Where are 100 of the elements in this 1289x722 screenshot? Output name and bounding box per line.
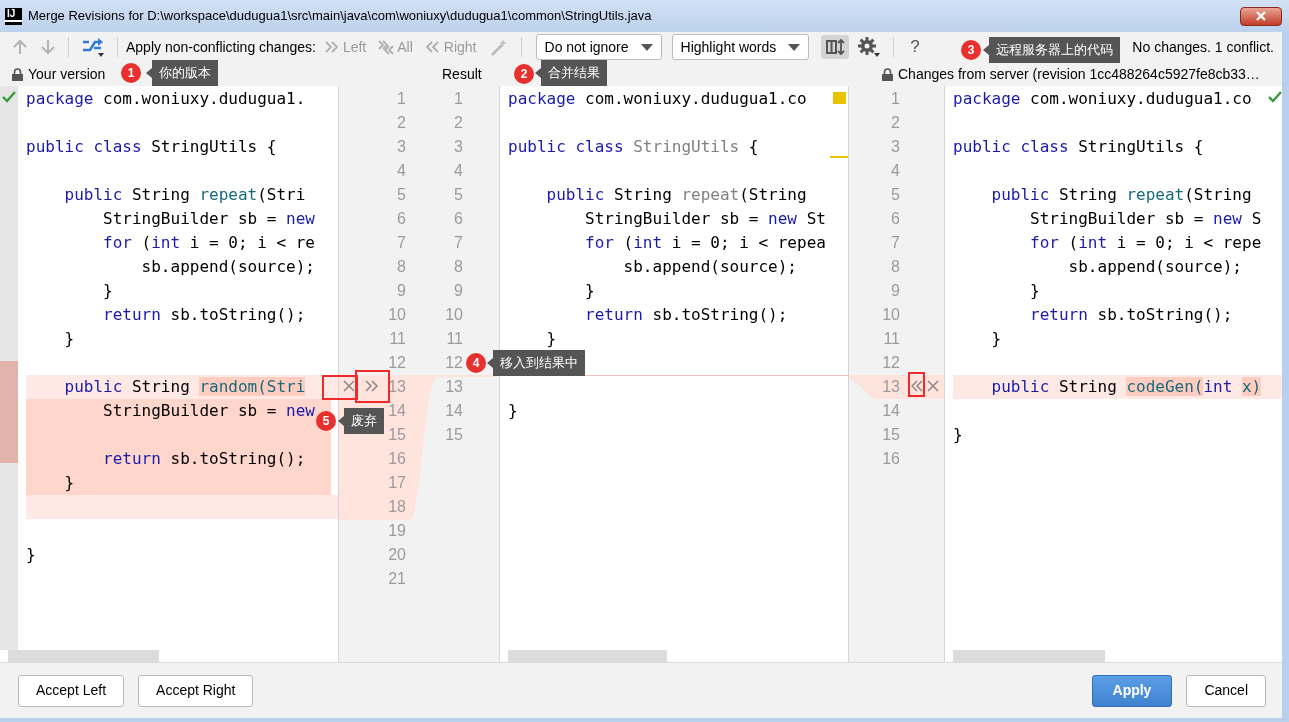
code-line: }: [26, 544, 36, 566]
annotation-tooltip: 合并结果: [535, 60, 607, 86]
line-number: 3: [891, 137, 900, 157]
code-line: public String repeat(String: [990, 184, 1252, 206]
code-line: }: [953, 424, 963, 446]
scrollbar-thumb[interactable]: [508, 650, 667, 662]
pane-title: Your version: [28, 64, 106, 84]
conflict-status: No changes. 1 conflict.: [1132, 37, 1274, 57]
code-line: StringBuilder sb = new S: [1029, 208, 1262, 230]
line-number: 9: [891, 281, 900, 301]
code-line: for (int i = 0; i < repea: [584, 232, 826, 254]
code-line: }: [63, 328, 75, 350]
line-number: 3: [454, 137, 463, 157]
scrollbar-thumb[interactable]: [953, 650, 1105, 662]
line-number: 6: [891, 209, 900, 229]
line-number: 1: [397, 89, 406, 109]
code-line: package com.woniuxy.dudugua1.co: [953, 88, 1252, 110]
line-number: 11: [446, 329, 463, 349]
change-marker: [830, 156, 848, 158]
cross-icon[interactable]: [927, 380, 939, 392]
line-number: 15: [882, 425, 900, 445]
cancel-button[interactable]: Cancel: [1186, 674, 1266, 707]
line-number: 6: [454, 209, 463, 229]
line-number: 1: [891, 89, 900, 109]
line-number: 10: [445, 305, 463, 325]
highlight-frame: [355, 370, 390, 403]
line-number: 9: [397, 281, 406, 301]
highlight-frame: [322, 375, 358, 400]
double-chevron-icon[interactable]: [911, 379, 923, 393]
line-number: 2: [454, 113, 463, 133]
dropdown[interactable]: Do not ignore: [535, 34, 662, 60]
close-icon[interactable]: [1255, 11, 1267, 21]
code-line: return sb.toString();: [1029, 304, 1233, 326]
apply-label: Apply non-conflicting changes:: [126, 37, 316, 57]
close-button[interactable]: [1240, 6, 1282, 26]
line-number: 13: [882, 377, 900, 397]
line-number: 7: [454, 233, 463, 253]
line-number: 14: [445, 401, 463, 421]
pane-title: Result: [442, 64, 482, 84]
line-number: 17: [388, 473, 406, 493]
cross-icon[interactable]: [343, 380, 355, 392]
code-line: package com.woniuxy.dudugua1.co: [508, 88, 807, 110]
code-line: public class StringUtils {: [508, 136, 759, 158]
pane-title: Changes from server (revision 1cc488264c5927fe8cb33…: [898, 64, 1260, 84]
double-chevron-icon[interactable]: [365, 379, 379, 393]
code-line: public class StringUtils {: [26, 136, 277, 158]
code-line: for (int i = 0; i < repe: [1029, 232, 1262, 254]
sync-scroll-button[interactable]: [821, 35, 850, 59]
line-number: 15: [388, 425, 406, 445]
dropdown[interactable]: Highlight words: [671, 34, 810, 60]
code-line: }: [1029, 280, 1040, 302]
code-line: }: [990, 328, 1002, 350]
line-number: 14: [882, 401, 900, 421]
code-line: StringBuilder sb = new: [102, 208, 315, 230]
code-line: }: [584, 280, 595, 302]
code-line: sb.append(source);: [622, 256, 797, 278]
line-number: 10: [388, 305, 406, 325]
line-number: 9: [454, 281, 463, 301]
line-number: 4: [397, 161, 406, 181]
line-number: 8: [454, 257, 463, 277]
line-number: 3: [397, 137, 406, 157]
line-number: 13: [445, 377, 463, 397]
line-number: 14: [388, 401, 406, 421]
code-line: sb.append(source);: [140, 256, 315, 278]
line-number: 12: [388, 353, 406, 373]
annotation-tooltip: 废弃: [338, 408, 384, 434]
line-number: 4: [454, 161, 463, 181]
code-line: sb.append(source);: [1067, 256, 1242, 278]
help-button[interactable]: ?: [902, 34, 928, 60]
code-line: public String repeat(Stri: [63, 184, 306, 206]
scrollbar-thumb[interactable]: [8, 650, 159, 662]
line-number: 8: [891, 257, 900, 277]
line-number: 8: [397, 257, 406, 277]
footer-button[interactable]: Accept Right: [138, 674, 254, 707]
line-number: 2: [397, 113, 406, 133]
line-number: 11: [883, 329, 900, 349]
code-line: }: [102, 280, 113, 302]
line-number: 7: [891, 233, 900, 253]
window-title: Merge Revisions for D:\workspace\dudugua1\src\main\java\com\woniuxy\dudugua1\common\StringUtils.java: [28, 7, 653, 26]
line-number: 12: [445, 353, 463, 373]
code-line: public class StringUtils {: [953, 136, 1204, 158]
caret-icon: [640, 43, 653, 51]
code-line: StringBuilder sb = new St: [584, 208, 826, 230]
line-number: 20: [388, 545, 406, 565]
line-number: 18: [388, 497, 406, 517]
line-number: 5: [891, 185, 900, 205]
merge-icon[interactable]: [81, 36, 105, 58]
merge-chevrons-icon: [378, 39, 395, 55]
double-chevron-icon: [323, 39, 340, 55]
line-number: 1: [454, 89, 463, 109]
app-logo: IJ: [5, 7, 22, 25]
code-line: return sb.toString();: [102, 304, 306, 326]
footer-button[interactable]: Accept Left: [18, 674, 125, 707]
highlight-frame: [908, 372, 925, 397]
line-number: 19: [388, 521, 406, 541]
line-number: 16: [388, 449, 406, 469]
annotation-tooltip: 你的版本: [146, 60, 218, 86]
code-line: public String repeat(String: [545, 184, 807, 206]
code-line: return sb.toString();: [584, 304, 788, 326]
settings-icon[interactable]: [857, 36, 882, 58]
